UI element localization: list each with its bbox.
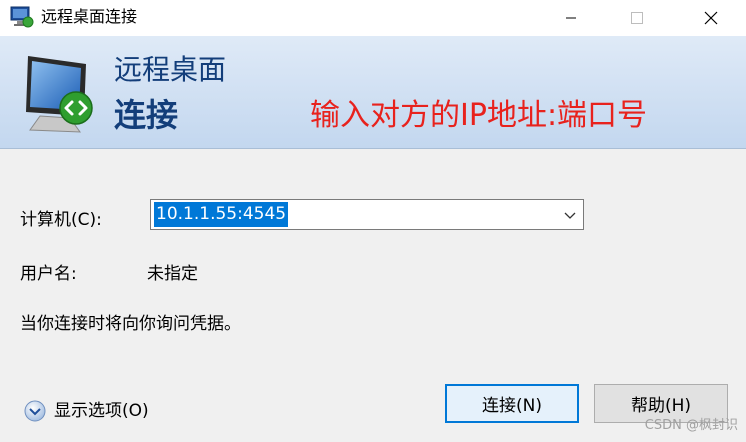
computer-input[interactable]: 10.1.1.55:4545	[154, 202, 289, 227]
show-options-toggle[interactable]: 显示选项(O)	[24, 399, 149, 423]
minimize-button[interactable]	[548, 0, 594, 36]
close-icon	[704, 11, 718, 25]
computer-label: 计算机(C):	[20, 210, 102, 230]
expand-circle-icon[interactable]	[24, 400, 46, 422]
connect-button[interactable]: 连接(N)	[445, 384, 579, 423]
show-options-label[interactable]: 显示选项(O)	[54, 399, 149, 423]
monitor-icon	[26, 56, 93, 133]
maximize-button[interactable]	[614, 0, 660, 36]
banner-title-line1: 远程桌面	[114, 53, 227, 86]
computer-combobox[interactable]: 10.1.1.55:4545	[150, 199, 584, 230]
annotation-text: 输入对方的IP地址:端口号	[310, 98, 648, 133]
title-bar: 远程桌面连接	[0, 0, 746, 36]
close-button[interactable]	[688, 0, 734, 36]
username-label: 用户名:	[20, 264, 77, 284]
minimize-icon	[566, 17, 576, 19]
remote-desktop-icon	[10, 6, 34, 28]
header-banner: 远程桌面 连接 输入对方的IP地址:端口号	[0, 36, 746, 149]
maximize-icon	[631, 12, 643, 24]
username-value: 未指定	[147, 264, 198, 284]
credentials-info-text: 当你连接时将向你询问凭据。	[20, 314, 241, 334]
watermark-text: CSDN @枫封识	[644, 418, 738, 433]
window-title: 远程桌面连接	[41, 7, 138, 26]
banner-title-line2: 连接	[114, 96, 179, 134]
chevron-down-icon[interactable]	[563, 208, 577, 222]
